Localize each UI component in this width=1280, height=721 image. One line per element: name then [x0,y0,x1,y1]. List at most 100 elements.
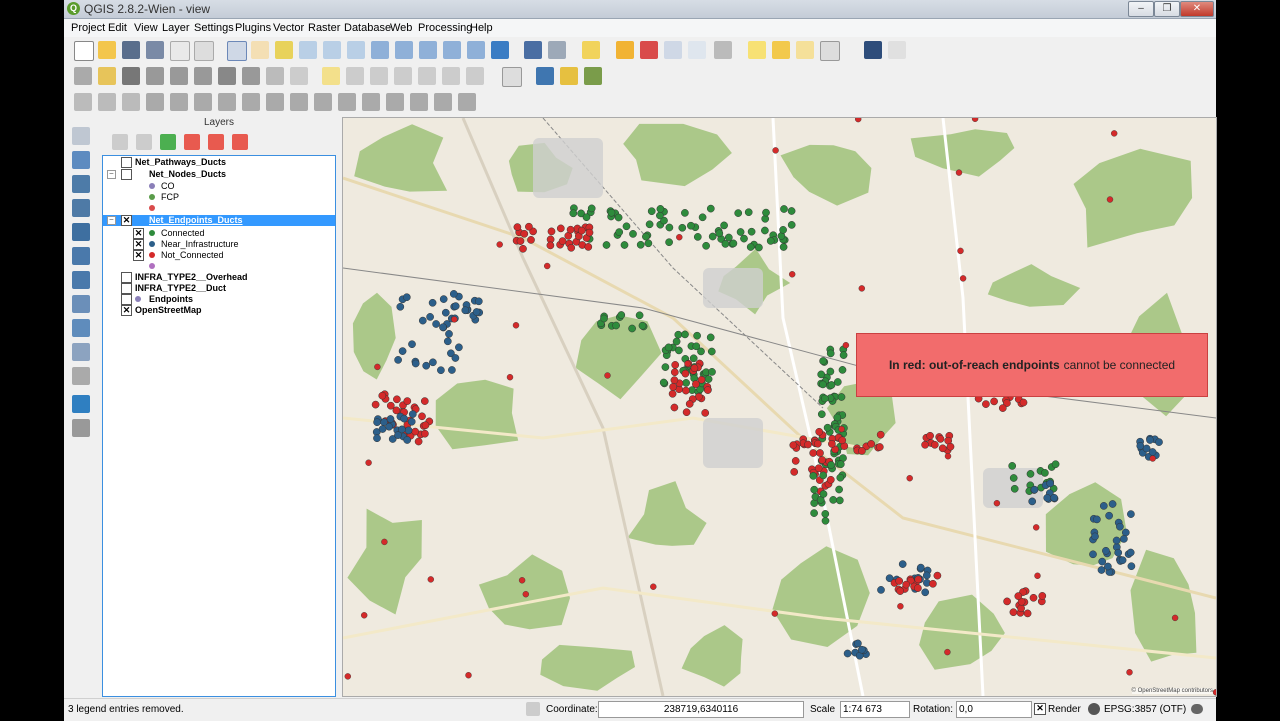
save-as-icon[interactable] [146,41,164,59]
menu-database[interactable]: Database [344,22,391,34]
attribute-table-icon[interactable] [664,41,682,59]
add-postgis-icon[interactable] [72,175,90,193]
open-project-icon[interactable] [98,41,116,59]
menu-vector[interactable]: Vector [273,22,304,34]
paste-features-icon[interactable] [290,67,308,85]
legend-entry[interactable]: ✕ Not_Connected [103,250,335,261]
messages-icon[interactable] [1191,704,1203,714]
menu-help[interactable]: Help [470,22,493,34]
menu-web[interactable]: Web [390,22,412,34]
filter-icon[interactable] [160,134,176,150]
layer-row[interactable]: Net_Pathways_Ducts [103,157,335,168]
pin-labels-icon[interactable] [346,67,364,85]
touch-zoom-icon[interactable] [227,41,247,61]
save-edits-icon[interactable] [122,67,140,85]
toggle-extents-icon[interactable] [526,702,540,716]
move-feature-icon[interactable] [170,67,188,85]
add-raster-layer-icon[interactable] [72,151,90,169]
text-annotation-icon[interactable] [820,41,840,61]
offset-curve-icon[interactable] [338,93,356,111]
mapping-tool-icon[interactable] [72,395,90,413]
layer-checkbox[interactable] [121,283,132,294]
layer-row[interactable]: ✕ OpenStreetMap [103,305,335,316]
move-label-icon[interactable] [394,67,412,85]
add-group-icon[interactable] [184,134,200,150]
rotate-feature-icon[interactable] [146,93,164,111]
current-edits-icon[interactable] [74,67,92,85]
undo-icon[interactable] [98,93,116,111]
show-bookmarks-icon[interactable] [796,41,814,59]
refresh-icon[interactable] [491,41,509,59]
layer-row[interactable]: INFRA_TYPE2__Overhead [103,272,335,283]
save-project-icon[interactable] [122,41,140,59]
python-console-icon[interactable] [536,67,554,85]
legend-entry[interactable]: ✕ Connected [103,228,335,239]
plugin-icon[interactable] [560,67,578,85]
menu-processing[interactable]: Processing [418,22,472,34]
legend-checkbox[interactable]: ✕ [133,239,144,250]
layer-checkbox[interactable]: ✕ [121,215,132,226]
new-project-icon[interactable] [74,41,94,61]
menu-project[interactable]: Project [71,22,105,34]
layer-checkbox[interactable] [121,157,132,168]
add-oracle-icon[interactable] [72,247,90,265]
cut-features-icon[interactable] [242,67,260,85]
add-vector-layer-icon[interactable] [72,127,90,145]
enable-tracing-icon[interactable] [74,93,92,111]
label-icon[interactable] [322,67,340,85]
collapse-icon[interactable]: – [107,170,116,179]
whats-this-icon[interactable] [888,41,906,59]
rotation-field[interactable]: 0,0 [956,701,1032,718]
layer-row[interactable]: INFRA_TYPE2__Duct [103,283,335,294]
close-button[interactable]: ✕ [1180,1,1214,17]
legend-checkbox[interactable]: ✕ [133,250,144,261]
copy-features-icon[interactable] [266,67,284,85]
new-bookmark-icon[interactable] [772,41,790,59]
legend-checkbox[interactable]: ✕ [133,228,144,239]
rotate-label-icon[interactable] [418,67,436,85]
split-features-icon[interactable] [362,93,380,111]
reshape-icon[interactable] [314,93,332,111]
show-hide-labels-icon[interactable] [466,67,484,85]
crs-globe-icon[interactable] [1088,703,1100,715]
add-wcs-icon[interactable] [72,295,90,313]
layer-checkbox[interactable] [121,272,132,283]
new-shapefile-icon[interactable] [72,367,90,385]
layer-row-selected[interactable]: – ✕ Net_Endpoints_Ducts [103,215,335,226]
simplify-feature-icon[interactable] [170,93,188,111]
deselect-icon[interactable] [616,41,634,59]
layer-row[interactable]: – Net_Nodes_Ducts [103,169,335,180]
zoom-last-icon[interactable] [443,41,461,59]
menu-edit[interactable]: Edit [108,22,127,34]
layer-row[interactable]: Endpoints [103,294,335,305]
highlight-pinned-icon[interactable] [370,67,388,85]
add-delimited-text-icon[interactable] [72,343,90,361]
add-mssql-icon[interactable] [72,223,90,241]
zoom-out-icon[interactable] [323,41,341,59]
rotate-symbols-icon[interactable] [458,93,476,111]
identify-icon[interactable] [524,41,542,59]
delete-ring-icon[interactable] [266,93,284,111]
add-spatialite-icon[interactable] [72,199,90,217]
coordinate-field[interactable]: 238719,6340116 [598,701,804,718]
menu-raster[interactable]: Raster [308,22,340,34]
menu-layer[interactable]: Layer [162,22,190,34]
add-wfs-icon[interactable] [72,319,90,337]
zoom-scale-icon[interactable] [347,41,365,59]
layer-checkbox[interactable]: ✕ [121,305,132,316]
menu-plugins[interactable]: Plugins [235,22,271,34]
visibility-eye-icon[interactable] [136,134,152,150]
expand-all-icon[interactable] [112,134,128,150]
layer-checkbox[interactable] [121,169,132,180]
add-feature-icon[interactable] [146,67,164,85]
pan-map-icon[interactable] [251,41,269,59]
zoom-in-icon[interactable] [299,41,317,59]
add-ring-icon[interactable] [194,93,212,111]
split-parts-icon[interactable] [386,93,404,111]
render-checkbox[interactable]: ✕ [1034,703,1046,715]
manage-visibility-icon[interactable] [208,134,224,150]
measure-icon[interactable] [548,41,566,59]
minimize-button[interactable]: – [1128,1,1154,17]
measure-line-icon[interactable] [714,41,732,59]
add-part-icon[interactable] [218,93,236,111]
